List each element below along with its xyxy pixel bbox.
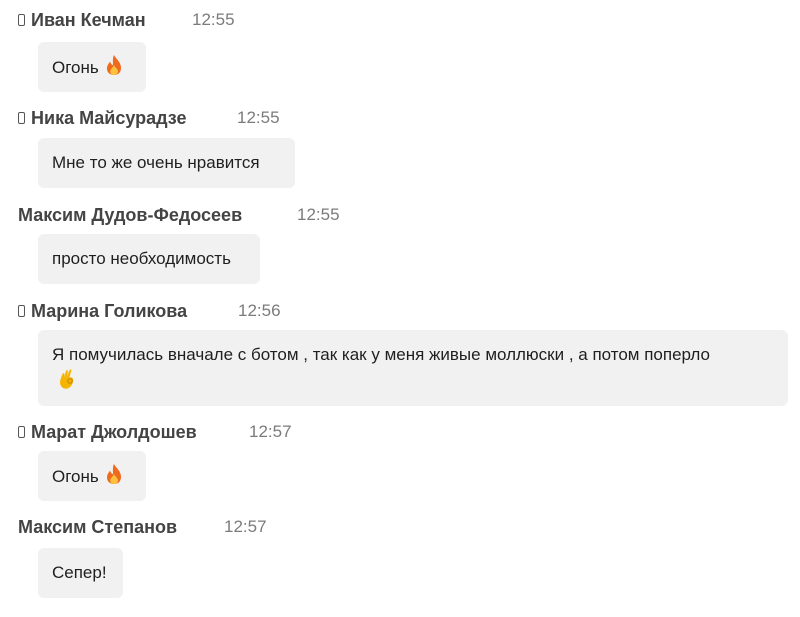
author-name[interactable]: Максим Степанов [18, 517, 177, 538]
author-name[interactable]: Марат Джолдошев [31, 422, 197, 443]
message-bubble: просто необходимость [38, 234, 260, 284]
message-time: 12:55 [192, 10, 235, 29]
message-text: просто необходимость [52, 249, 231, 268]
message-text: Сепер! [52, 563, 107, 582]
message-time: 12:56 [238, 301, 281, 320]
message-text: Огонь [52, 467, 99, 486]
message-time: 12:55 [297, 205, 340, 224]
message-header: Ника Майсурадзе [18, 104, 187, 132]
mobile-phone-icon [18, 426, 25, 438]
author-name[interactable]: Ника Майсурадзе [31, 108, 187, 129]
message-header: Максим Степанов [18, 513, 177, 541]
message-bubble: Сепер! [38, 548, 123, 598]
message-header: Марина Голикова [18, 297, 187, 325]
message-header: Марат Джолдошев [18, 418, 197, 446]
chat-log: Иван Кечман 12:55 Огонь Ника Майсурадзе … [0, 0, 800, 617]
message-bubble: Огонь [38, 451, 146, 501]
message-text: Огонь [52, 58, 99, 77]
message-time: 12:57 [249, 422, 292, 441]
ok-hand-emoji-icon [57, 367, 77, 396]
message-time: 12:55 [237, 108, 280, 127]
message-bubble: Мне то же очень нравится [38, 138, 295, 188]
mobile-phone-icon [18, 112, 25, 124]
mobile-phone-icon [18, 14, 25, 26]
message-header: Максим Дудов-Федосеев [18, 201, 242, 229]
message-time: 12:57 [224, 517, 267, 536]
message-text: Я помучилась вначале с ботом , так как у… [52, 345, 710, 364]
fire-emoji-icon [104, 54, 124, 83]
author-name[interactable]: Иван Кечман [31, 10, 146, 31]
mobile-phone-icon [18, 305, 25, 317]
author-name[interactable]: Максим Дудов-Федосеев [18, 205, 242, 226]
message-bubble: Огонь [38, 42, 146, 92]
message-text: Мне то же очень нравится [52, 153, 260, 172]
author-name[interactable]: Марина Голикова [31, 301, 187, 322]
message-header: Иван Кечман [18, 6, 146, 34]
message-bubble: Я помучилась вначале с ботом , так как у… [38, 330, 788, 406]
fire-emoji-icon [104, 463, 124, 492]
